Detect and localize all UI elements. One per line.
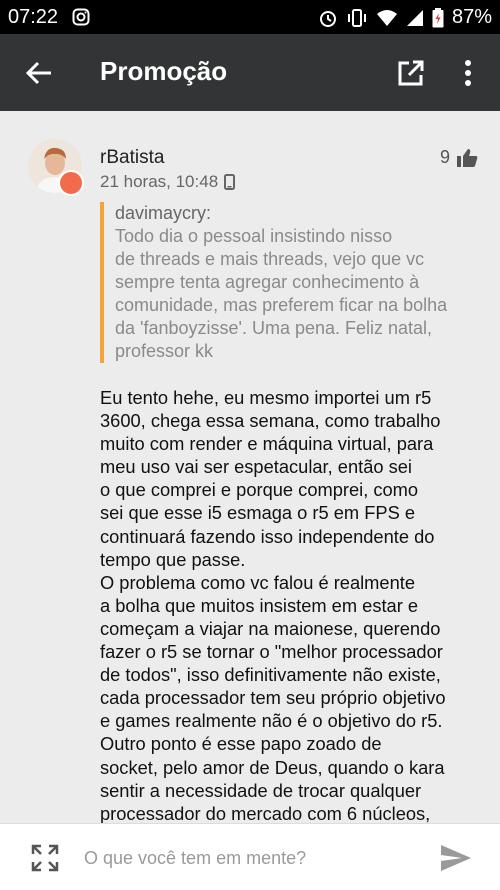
post-author[interactable]: rBatista	[100, 147, 164, 169]
quote-line: da 'fanboyzisse'. Uma pena. Feliz natal,	[115, 318, 433, 338]
post-content: rBatista 21 horas, 10:48 9 davimaycry: T…	[0, 111, 500, 823]
status-bar: 07:22 87%	[0, 0, 500, 34]
body-line: meu uso vai ser espetacular, então sei	[100, 456, 412, 478]
body-line: cada processador tem seu próprio objetiv…	[100, 687, 446, 709]
battery-percentage: 87%	[451, 6, 492, 28]
status-time: 07:22	[8, 6, 59, 28]
app-bar: Promoção	[0, 34, 500, 111]
body-line: O problema como vc falou é realmente	[100, 571, 415, 593]
body-line: e games realmente não é o objetivo do r5…	[100, 710, 443, 732]
like-count: 9	[440, 147, 451, 167]
user-badge-icon	[58, 170, 84, 196]
battery-icon	[432, 7, 444, 27]
quote-line: de threads e mais threads, vejo que vc	[115, 249, 425, 269]
phone-icon	[224, 174, 236, 190]
body-line: tempo que passe.	[100, 548, 246, 570]
body-line: socket, pelo amor de Deus, quando o kara	[100, 756, 445, 778]
vibrate-icon	[347, 8, 366, 27]
quote-text: Todo dia o pessoal insistindo nisso de t…	[115, 225, 487, 363]
composer-bar	[0, 823, 500, 890]
send-icon[interactable]	[440, 844, 472, 872]
page-title: Promoção	[100, 56, 228, 86]
body-line: de todos", isso definitivamente não exis…	[100, 664, 441, 686]
post-timestamp: 21 horas, 10:48	[100, 172, 219, 191]
quote-line: sempre tenta agregar conhecimento à	[115, 272, 420, 292]
alarm-icon	[319, 10, 336, 27]
body-line: muito com render e máquina virtual, para	[100, 433, 434, 455]
quote-line: Todo dia o pessoal insistindo nisso	[115, 226, 393, 246]
signal-icon	[406, 9, 423, 26]
expand-icon[interactable]	[31, 844, 59, 872]
body-line: a bolha que muitos insistem em estar e	[100, 594, 419, 616]
quote-line: comunidade, mas preferem ficar na bolha	[115, 295, 448, 315]
message-input[interactable]	[82, 838, 416, 878]
back-arrow-icon[interactable]	[24, 58, 54, 88]
body-line: sei que esse i5 esmaga o r5 em FPS e	[100, 502, 416, 524]
body-line: continuará fazendo isso independente do	[100, 525, 435, 547]
post-body: Eu tento hehe, eu mesmo importei um r5 3…	[100, 386, 480, 823]
post-meta: 21 horas, 10:48	[100, 172, 236, 192]
instagram-icon	[72, 8, 90, 26]
thumbs-up-icon[interactable]	[456, 148, 478, 168]
open-in-new-icon[interactable]	[397, 59, 425, 87]
body-line: começam a viajar na maionese, querendo	[100, 617, 441, 639]
quoted-message: davimaycry: Todo dia o pessoal insistind…	[100, 202, 487, 363]
body-line: o que comprei e porque comprei, como	[100, 479, 419, 501]
body-line: Eu tento hehe, eu mesmo importei um r5	[100, 387, 432, 408]
wifi-icon	[376, 9, 397, 26]
like-control[interactable]: 9	[440, 147, 478, 168]
quote-line: professor kk	[115, 341, 214, 361]
status-icons: 87%	[318, 6, 492, 29]
body-line: fazer o r5 se tornar o "melhor processad…	[100, 641, 443, 663]
body-line: Outro ponto é esse papo zoado de	[100, 733, 382, 755]
quote-author: davimaycry:	[115, 203, 212, 223]
body-line: 3600, chega essa semana, como trabalho	[100, 410, 441, 432]
body-line: sentir a necessidade de trocar qualquer	[100, 779, 422, 801]
more-vert-icon[interactable]	[460, 58, 476, 88]
body-line: processador do mercado com 6 núcleos,	[100, 802, 431, 823]
